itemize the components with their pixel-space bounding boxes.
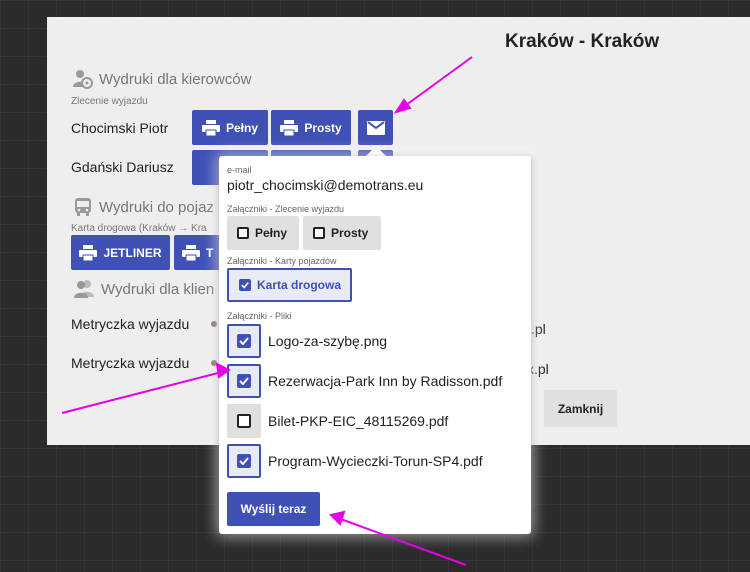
close-button[interactable]: Zamknij: [544, 390, 617, 427]
print-simple-label: Prosty: [304, 120, 342, 135]
file-row[interactable]: Bilet-PKP-EIC_48115269.pdf: [227, 404, 448, 438]
file-checkbox[interactable]: [227, 324, 261, 358]
checkbox-checked-icon: [237, 454, 251, 468]
drivers-sublabel: Zlecenie wyjazdu: [71, 96, 148, 107]
status-dot: [211, 360, 217, 366]
attach-simple-checkbox[interactable]: Prosty: [303, 216, 381, 250]
order-attachments-label: Załączniki - Zlecenie wyjazdu: [227, 204, 345, 214]
print-simple-button[interactable]: Prosty: [271, 110, 351, 145]
checkbox-checked-icon: [239, 279, 251, 291]
page-title: Kraków - Kraków: [505, 31, 660, 52]
vehicles-heading-text: Wydruki do pojaz: [99, 198, 214, 216]
client-row-2-label: Metryczka wyjazdu: [71, 355, 190, 371]
vehicle-print-label-2: T: [206, 245, 214, 260]
drivers-section-heading: Wydruki dla kierowców: [73, 69, 251, 89]
send-now-button[interactable]: Wyślij teraz: [227, 492, 320, 526]
driver-name-2: Gdański Dariusz: [71, 159, 174, 175]
jetliner-label: JETLINER: [103, 245, 162, 260]
envelope-icon: [366, 120, 385, 135]
vehicle-attachments-label: Załączniki - Karty pojazdów: [227, 256, 337, 266]
file-row[interactable]: Logo-za-szybę.png: [227, 324, 387, 358]
file-checkbox[interactable]: [227, 444, 261, 478]
printer-icon: [201, 119, 220, 136]
file-checkbox[interactable]: [227, 364, 261, 398]
driver-name-1: Chocimski Piotr: [71, 120, 169, 136]
attach-road-card-checkbox[interactable]: Karta drogowa: [227, 268, 352, 302]
checkbox-checked-icon: [237, 374, 251, 388]
file-checkbox[interactable]: [227, 404, 261, 438]
checkbox-checked-icon: [237, 334, 251, 348]
file-name: Program-Wycieczki-Torun-SP4.pdf: [268, 453, 483, 469]
jetliner-print-button[interactable]: JETLINER: [71, 235, 170, 270]
email-popup: e-mail piotr_chocimski@demotrans.eu Załą…: [219, 156, 531, 534]
email-label: e-mail: [227, 165, 252, 175]
printer-icon: [280, 119, 299, 136]
drivers-heading-text: Wydruki dla kierowców: [99, 70, 252, 88]
vehicles-section-heading: Wydruki do pojaz: [73, 197, 214, 217]
status-dot: [211, 321, 217, 327]
client-row-1-label: Metryczka wyjazdu: [71, 316, 190, 332]
file-name: Logo-za-szybę.png: [268, 333, 388, 349]
vehicle-print-button-2[interactable]: T: [174, 235, 224, 270]
clients-section-heading: Wydruki dla klien: [73, 279, 214, 299]
vehicles-sublabel: Karta drogowa (Kraków → Kra: [71, 223, 207, 234]
email-value[interactable]: piotr_chocimski@demotrans.eu: [227, 177, 423, 193]
print-full-button[interactable]: Pełny: [192, 110, 268, 145]
bus-icon: [75, 198, 91, 216]
attach-full-label: Pełny: [255, 226, 288, 240]
client-row-1-email-tail: .pl: [531, 321, 546, 337]
users-icon: [74, 280, 94, 298]
driver-icon: [73, 70, 93, 89]
attach-simple-label: Prosty: [331, 226, 369, 240]
file-row[interactable]: Rezerwacja-Park Inn by Radisson.pdf: [227, 364, 502, 398]
printer-icon: [182, 244, 200, 261]
file-name: Rezerwacja-Park Inn by Radisson.pdf: [268, 373, 503, 389]
printer-icon: [79, 244, 98, 261]
file-row[interactable]: Program-Wycieczki-Torun-SP4.pdf: [227, 444, 483, 478]
checkbox-empty-icon: [237, 227, 249, 239]
email-button[interactable]: [358, 110, 393, 145]
checkbox-empty-icon: [313, 227, 325, 239]
attach-road-card-label: Karta drogowa: [257, 278, 342, 292]
popup-pointer: [366, 146, 386, 156]
clients-heading-text: Wydruki dla klien: [101, 280, 215, 298]
file-attachments-label: Załączniki - Pliki: [227, 311, 292, 321]
checkbox-empty-icon: [237, 414, 251, 428]
file-name: Bilet-PKP-EIC_48115269.pdf: [268, 413, 449, 429]
attach-full-checkbox[interactable]: Pełny: [227, 216, 299, 250]
print-full-label: Pełny: [225, 120, 258, 135]
